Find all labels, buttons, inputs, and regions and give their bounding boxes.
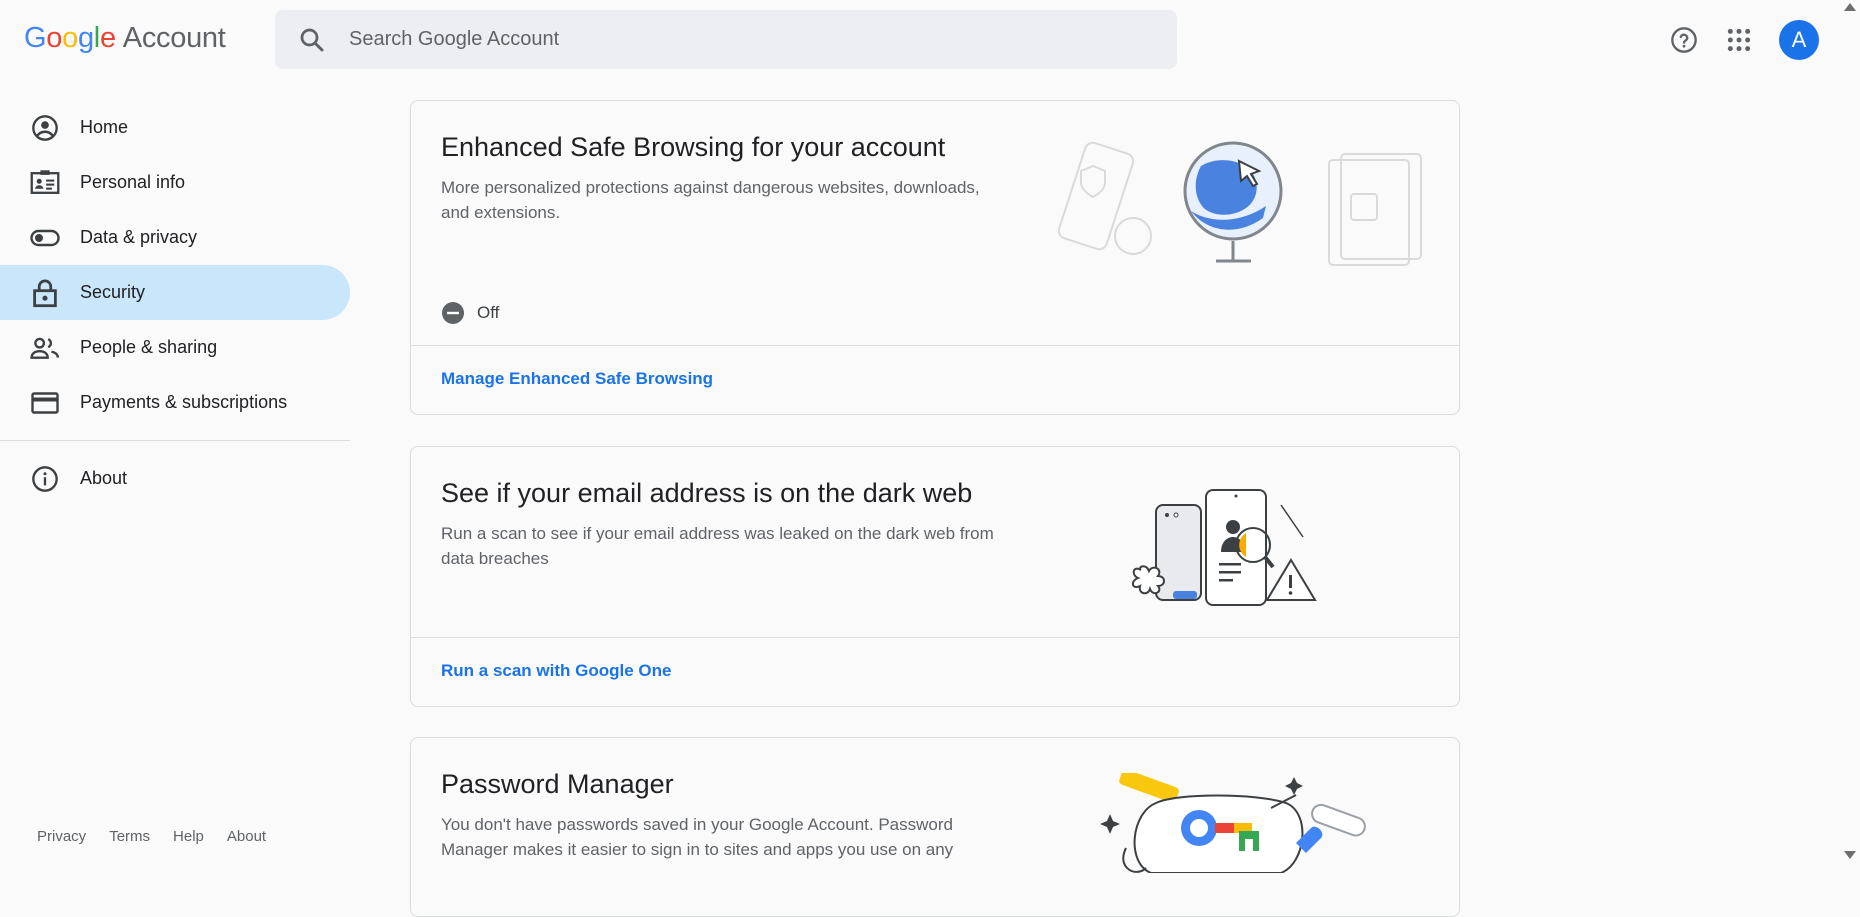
card-title: Enhanced Safe Browsing for your account bbox=[441, 132, 946, 162]
sidebar-item-people-sharing[interactable]: People & sharing bbox=[0, 320, 350, 375]
apps-grid-icon[interactable] bbox=[1719, 20, 1759, 60]
info-icon bbox=[30, 464, 60, 494]
top-bar: Google Account A bbox=[0, 0, 1860, 80]
people-icon bbox=[30, 333, 60, 363]
card-description: You don't have passwords saved in your G… bbox=[441, 815, 954, 859]
safe-browsing-illustration bbox=[1057, 141, 1422, 266]
toggle-icon bbox=[30, 223, 60, 253]
footer-link-privacy[interactable]: Privacy bbox=[37, 828, 86, 845]
dark-web-card: See if your email address is on the dark… bbox=[410, 446, 1460, 707]
sidebar-item-label: Home bbox=[80, 117, 129, 137]
sidebar-item-label: People & sharing bbox=[80, 337, 218, 357]
sidebar-item-about[interactable]: About bbox=[0, 451, 350, 506]
manage-safe-browsing-link[interactable]: Manage Enhanced Safe Browsing bbox=[441, 369, 713, 389]
avatar[interactable]: A bbox=[1779, 20, 1819, 60]
sidebar-item-label: Security bbox=[80, 282, 146, 302]
scroll-down-arrow[interactable] bbox=[1844, 851, 1856, 859]
run-scan-link[interactable]: Run a scan with Google One bbox=[441, 661, 671, 681]
password-manager-card: Password Manager You don't have password… bbox=[410, 737, 1460, 917]
search-input[interactable] bbox=[349, 28, 1129, 51]
search-icon[interactable] bbox=[297, 25, 327, 55]
sidebar-item-personal-info[interactable]: Personal info bbox=[0, 155, 350, 210]
dark-web-illustration bbox=[1132, 489, 1317, 606]
sidebar-item-label: Personal info bbox=[80, 172, 186, 192]
status-indicator: Off bbox=[441, 301, 499, 325]
card-divider bbox=[411, 637, 1459, 638]
card-divider bbox=[411, 345, 1459, 346]
search-bar[interactable] bbox=[275, 10, 1177, 69]
footer-links: Privacy Terms Help About bbox=[37, 828, 289, 845]
footer-link-about[interactable]: About bbox=[227, 828, 266, 845]
google-account-logo[interactable]: Google Account bbox=[24, 22, 226, 55]
card-description: Run a scan to see if your email address … bbox=[441, 524, 994, 568]
sidebar-item-security[interactable]: Security bbox=[0, 265, 350, 320]
sidebar-item-label: Data & privacy bbox=[80, 227, 198, 247]
status-text: Off bbox=[477, 303, 500, 322]
badge-icon bbox=[30, 168, 60, 198]
credit-card-icon bbox=[30, 388, 60, 418]
lock-icon bbox=[30, 278, 60, 308]
sidebar-item-home[interactable]: Home bbox=[0, 100, 350, 155]
sidebar-divider bbox=[0, 440, 350, 441]
help-circle-icon[interactable] bbox=[1664, 20, 1704, 60]
password-manager-illustration bbox=[1100, 773, 1366, 873]
sidebar-item-label: Payments & subscriptions bbox=[80, 392, 288, 412]
card-description: More personalized protections against da… bbox=[441, 178, 980, 222]
card-title: See if your email address is on the dark… bbox=[441, 478, 973, 508]
card-title: Password Manager bbox=[441, 769, 674, 799]
sidebar-item-data-privacy[interactable]: Data & privacy bbox=[0, 210, 350, 265]
safe-browsing-card: Enhanced Safe Browsing for your account … bbox=[410, 100, 1460, 415]
footer-link-terms[interactable]: Terms bbox=[109, 828, 150, 845]
minus-circle-icon bbox=[442, 302, 464, 324]
sidebar-nav: Home Personal info Data & privacy Securi… bbox=[0, 100, 350, 506]
account-circle-icon bbox=[30, 113, 60, 143]
footer-link-help[interactable]: Help bbox=[173, 828, 204, 845]
sidebar-item-payments[interactable]: Payments & subscriptions bbox=[0, 375, 350, 430]
scroll-up-arrow[interactable] bbox=[1844, 3, 1856, 11]
sidebar-item-label: About bbox=[80, 468, 128, 488]
logo-account-text: Account bbox=[122, 22, 226, 54]
